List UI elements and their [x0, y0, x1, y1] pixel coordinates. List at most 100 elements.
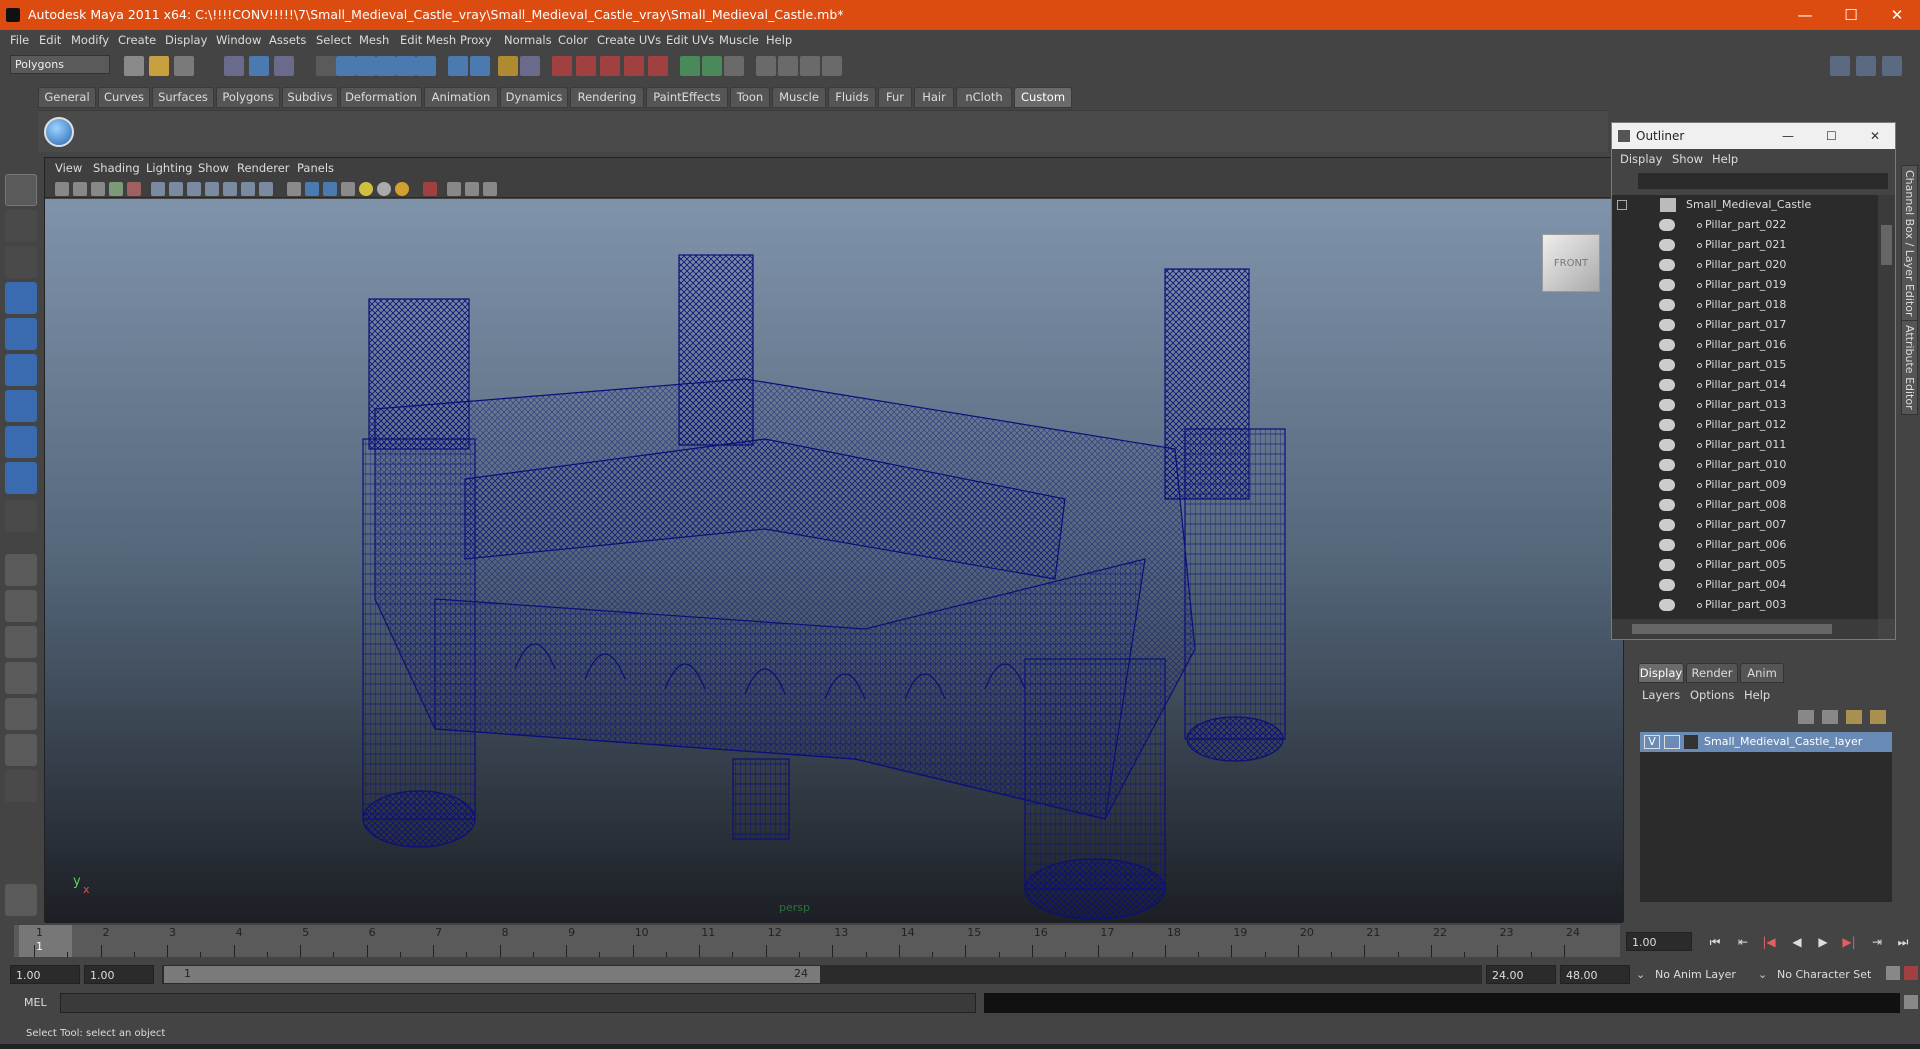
- animation-preferences-icon[interactable]: [1904, 966, 1918, 980]
- lock-icon[interactable]: [498, 56, 518, 76]
- help-line-icon[interactable]: [470, 56, 490, 76]
- tab-general[interactable]: General: [38, 87, 96, 108]
- render-settings-icon[interactable]: [624, 56, 644, 76]
- tab-custom[interactable]: Custom: [1014, 87, 1072, 108]
- tree-item[interactable]: Pillar_part_013: [1612, 395, 1878, 415]
- mel-label[interactable]: MEL: [24, 996, 47, 1009]
- scale-tool-icon[interactable]: [5, 354, 37, 386]
- snap-point-icon[interactable]: [376, 56, 396, 76]
- tab-deformation[interactable]: Deformation: [340, 87, 422, 108]
- step-forward-frame-icon[interactable]: ⇥: [1870, 935, 1884, 949]
- four-view-layout-icon[interactable]: [5, 590, 37, 622]
- tree-item[interactable]: Pillar_part_019: [1612, 275, 1878, 295]
- outliner-menu-display[interactable]: Display: [1620, 152, 1662, 166]
- menu-file[interactable]: File: [10, 33, 29, 47]
- outliner-minimize-button[interactable]: —: [1782, 123, 1794, 149]
- persp-graph-layout-icon[interactable]: [5, 662, 37, 694]
- tree-item[interactable]: Pillar_part_015: [1612, 355, 1878, 375]
- show-modeling-toolkit-icon[interactable]: [680, 56, 700, 76]
- resolution-gate-icon[interactable]: [187, 182, 201, 196]
- layer-tab-anim[interactable]: Anim: [1740, 663, 1784, 683]
- render-view-icon[interactable]: [552, 56, 572, 76]
- tab-subdivs[interactable]: Subdivs: [282, 87, 338, 108]
- use-all-lights-icon[interactable]: [359, 182, 373, 196]
- shadows-icon[interactable]: [377, 182, 391, 196]
- minimize-button[interactable]: —: [1782, 0, 1828, 30]
- rotate-tool-icon[interactable]: [5, 318, 37, 350]
- layer-color-swatch[interactable]: [1684, 735, 1698, 749]
- show-tool-settings-icon[interactable]: [724, 56, 744, 76]
- outliner-vertical-scrollbar[interactable]: [1878, 195, 1895, 619]
- camera-attributes-icon[interactable]: [73, 182, 87, 196]
- move-tool-icon[interactable]: [5, 282, 37, 314]
- safe-action-icon[interactable]: [241, 182, 255, 196]
- menu-assets[interactable]: Assets: [269, 33, 306, 47]
- grid-icon[interactable]: [151, 182, 165, 196]
- playback-end-field[interactable]: 24.00: [1486, 965, 1556, 984]
- outliner-close-button[interactable]: ✕: [1870, 123, 1880, 149]
- tree-item[interactable]: Pillar_part_008: [1612, 495, 1878, 515]
- toggle-tool-settings-icon[interactable]: [1882, 56, 1902, 76]
- tree-item[interactable]: Pillar_part_009: [1612, 475, 1878, 495]
- toggle-attribute-editor-icon[interactable]: [1856, 56, 1876, 76]
- input-output-icon[interactable]: [520, 56, 540, 76]
- tree-item[interactable]: Pillar_part_007: [1612, 515, 1878, 535]
- tab-toon[interactable]: Toon: [730, 87, 770, 108]
- menu-edit-mesh[interactable]: Edit Mesh: [400, 33, 456, 47]
- show-manipulator-icon[interactable]: [5, 462, 37, 494]
- snap-live-icon[interactable]: [416, 56, 436, 76]
- bookmarks-icon[interactable]: [91, 182, 105, 196]
- tab-curves[interactable]: Curves: [98, 87, 150, 108]
- script-editor-toggle-icon[interactable]: [1904, 995, 1918, 1009]
- scroll-thumb[interactable]: [1881, 225, 1892, 265]
- animation-start-field[interactable]: 1.00: [10, 965, 80, 984]
- ipr-render-icon[interactable]: [600, 56, 620, 76]
- new-layer-icon[interactable]: [1846, 710, 1862, 724]
- open-scene-icon[interactable]: [149, 56, 169, 76]
- layer-menu-layers[interactable]: Layers: [1642, 688, 1680, 702]
- menu-muscle[interactable]: Muscle: [719, 33, 759, 47]
- mel-command-input[interactable]: [60, 993, 976, 1013]
- checkmark-icon[interactable]: [44, 117, 74, 147]
- film-gate-icon[interactable]: [169, 182, 183, 196]
- isolate-select-icon[interactable]: [423, 182, 437, 196]
- select-component-icon[interactable]: [274, 56, 294, 76]
- outliner-horizontal-scrollbar[interactable]: [1612, 619, 1878, 639]
- wireframe-icon[interactable]: [287, 182, 301, 196]
- outliner-maximize-button[interactable]: ☐: [1826, 123, 1837, 149]
- layer-menu-options[interactable]: Options: [1690, 688, 1734, 702]
- viewport-menu-shading[interactable]: Shading: [93, 161, 140, 175]
- view-cube[interactable]: FRONT: [1542, 234, 1600, 292]
- tab-attribute-editor[interactable]: Attribute Editor: [1901, 320, 1918, 415]
- xray-joints-icon[interactable]: [465, 182, 479, 196]
- auto-key-icon[interactable]: [1886, 966, 1900, 980]
- safe-title-icon[interactable]: [259, 182, 273, 196]
- character-set-dropdown-arrow-icon[interactable]: ⌄: [1758, 968, 1767, 981]
- tab-animation[interactable]: Animation: [424, 87, 498, 108]
- tree-item[interactable]: Pillar_part_022: [1612, 215, 1878, 235]
- hypergraph-icon[interactable]: [756, 56, 776, 76]
- tab-rendering[interactable]: Rendering: [570, 87, 644, 108]
- tab-muscle[interactable]: Muscle: [772, 87, 826, 108]
- field-chart-icon[interactable]: [223, 182, 237, 196]
- move-layer-up-icon[interactable]: [1798, 710, 1814, 724]
- select-tool-icon[interactable]: [5, 174, 37, 206]
- layer-tab-render[interactable]: Render: [1686, 663, 1738, 683]
- tree-item-root[interactable]: Small_Medieval_Castle: [1612, 195, 1878, 215]
- layer-menu-help[interactable]: Help: [1744, 688, 1770, 702]
- soft-modification-icon[interactable]: [5, 426, 37, 458]
- more-layouts-icon[interactable]: [5, 770, 37, 802]
- menu-window[interactable]: Window: [216, 33, 261, 47]
- layer-row[interactable]: V Small_Medieval_Castle_layer: [1640, 732, 1892, 752]
- gate-mask-icon[interactable]: [205, 182, 219, 196]
- tree-item[interactable]: Pillar_part_021: [1612, 235, 1878, 255]
- outliner-menu-show[interactable]: Show: [1672, 152, 1703, 166]
- tree-item[interactable]: Pillar_part_020: [1612, 255, 1878, 275]
- menu-color[interactable]: Color: [558, 33, 588, 47]
- script-editor-icon[interactable]: [5, 884, 37, 916]
- snap-plane-icon[interactable]: [396, 56, 416, 76]
- animation-end-field[interactable]: 48.00: [1560, 965, 1630, 984]
- viewport-canvas[interactable]: FRONT persp y x: [45, 199, 1623, 923]
- scroll-thumb[interactable]: [1632, 624, 1832, 634]
- persp-graph-hypergraph-layout-icon[interactable]: [5, 734, 37, 766]
